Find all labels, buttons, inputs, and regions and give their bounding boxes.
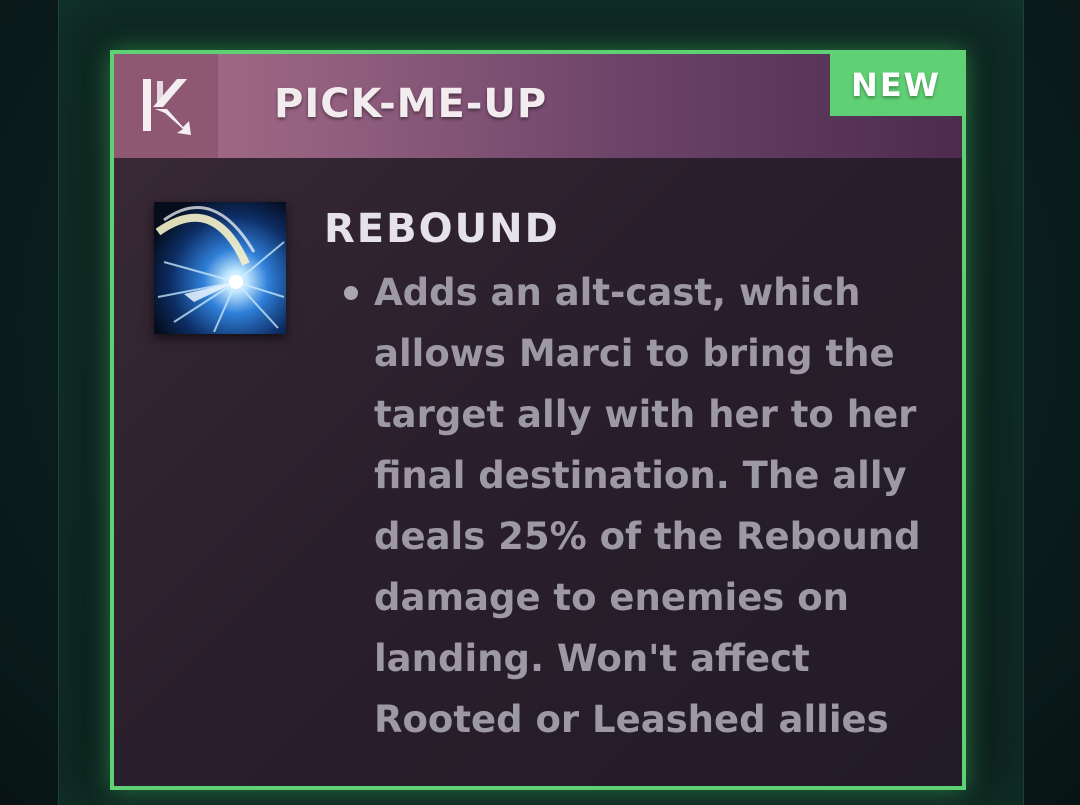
description-line: Rooted or Leashed allies <box>374 698 889 741</box>
card-header: PICK-ME-UP NEW <box>114 54 962 158</box>
ability-name: REBOUND <box>324 206 560 252</box>
talent-card: PICK-ME-UP NEW REBOUND Adds an alt-cast,… <box>110 50 966 790</box>
rebound-ability-icon <box>154 202 286 334</box>
description-line: final destination. The ally <box>374 454 907 497</box>
description-text: Adds an alt-cast, which allows Marci to … <box>374 262 921 750</box>
new-badge: NEW <box>830 54 962 116</box>
description-line: target ally with her to her <box>374 393 917 436</box>
bullet-point <box>344 286 358 300</box>
description-line: landing. Won't affect <box>374 637 810 680</box>
hero-logo-box <box>114 54 218 158</box>
description-line: allows Marci to bring the <box>374 332 895 375</box>
description-line: Adds an alt-cast, which <box>374 271 861 314</box>
talent-title: PICK-ME-UP <box>274 81 548 127</box>
description-line: deals 25% of the Rebound <box>374 515 921 558</box>
description-line: damage to enemies on <box>374 576 849 619</box>
marci-k-icon <box>143 79 191 135</box>
